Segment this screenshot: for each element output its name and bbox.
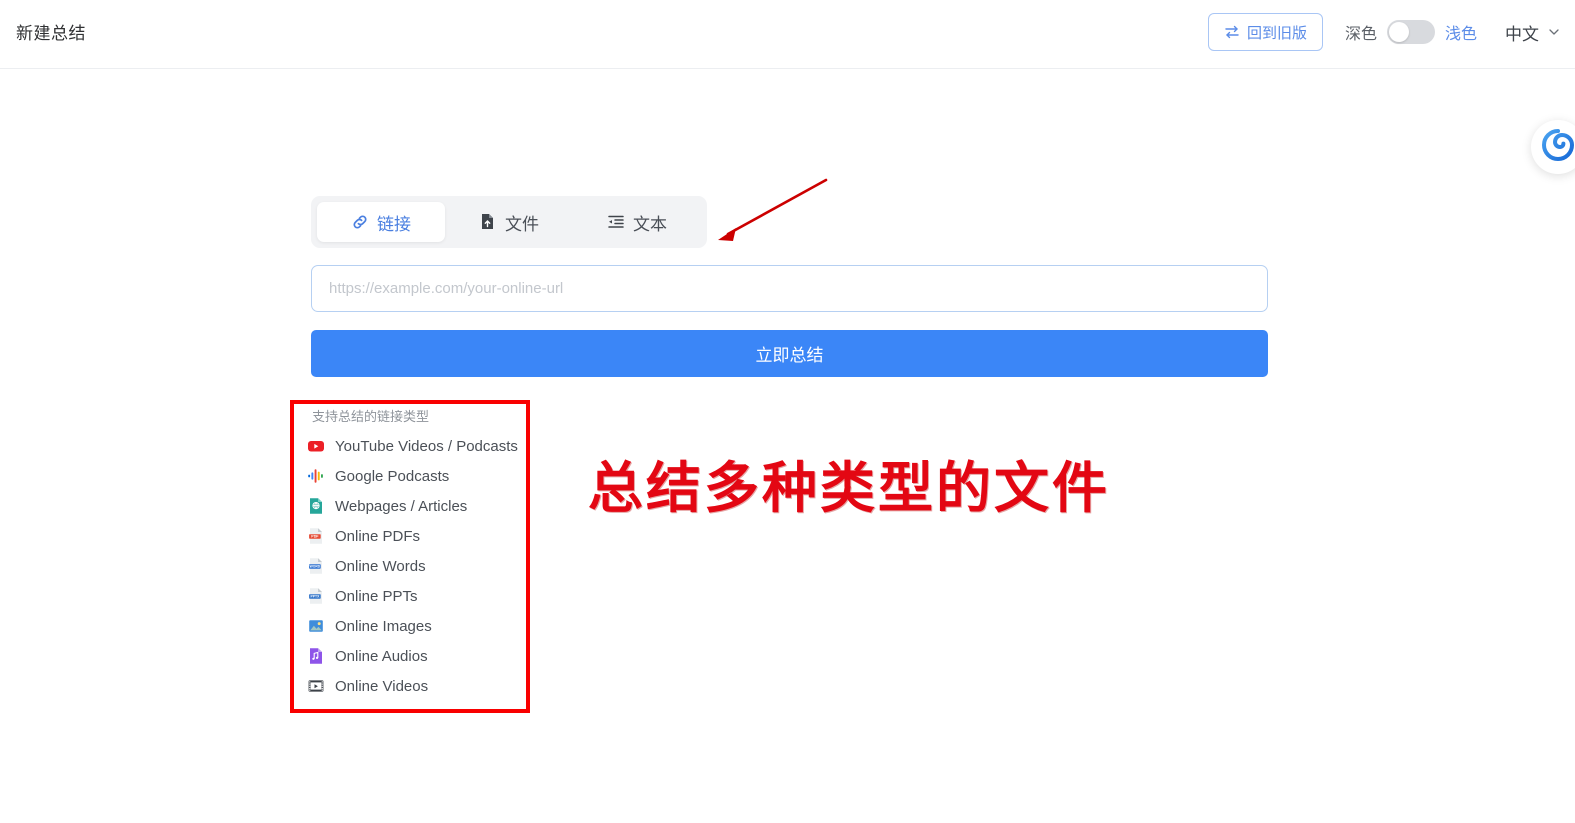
tab-link-label: 链接 (377, 214, 411, 234)
app-header: 新建总结 回到旧版 深色 浅色 中文 (0, 0, 1575, 69)
theme-switcher[interactable]: 深色 浅色 (1345, 20, 1477, 44)
list-item-label: Online PDFs (335, 527, 421, 545)
back-to-legacy-button[interactable]: 回到旧版 (1207, 13, 1323, 51)
language-selector[interactable]: 中文 (1505, 20, 1561, 45)
list-item-label: Online Words (335, 557, 426, 575)
video-file-icon (307, 677, 325, 695)
audio-file-icon (307, 647, 325, 665)
pptx-file-icon: PPTX (307, 587, 325, 605)
file-upload-icon (479, 213, 497, 231)
list-item: YouTube Videos / Podcasts (307, 431, 526, 461)
chevron-down-icon (1547, 25, 1561, 39)
list-item-label: Online Images (335, 617, 432, 635)
spiral-icon (1541, 128, 1575, 167)
image-file-icon (307, 617, 325, 635)
language-label: 中文 (1505, 24, 1539, 44)
tab-file[interactable]: 文件 (445, 202, 573, 242)
supported-types-list: YouTube Videos / Podcasts Google Podcast… (294, 431, 526, 701)
text-align-icon (607, 213, 625, 231)
list-item: Webpages / Articles (307, 491, 526, 521)
list-item-label: Google Podcasts (335, 467, 450, 485)
svg-text:PDF: PDF (311, 535, 319, 539)
back-to-legacy-label: 回到旧版 (1246, 24, 1307, 42)
tab-text[interactable]: 文本 (573, 202, 701, 242)
list-item: PPTX Online PPTs (307, 581, 526, 611)
summary-form: 链接 文件 文本 立即总结 (311, 196, 1268, 377)
list-item-label: Webpages / Articles (335, 497, 468, 515)
theme-toggle-knob (1388, 22, 1409, 42)
list-item-label: Online PPTs (335, 587, 418, 605)
swap-icon (1224, 24, 1240, 40)
youtube-icon (307, 437, 325, 455)
supported-types-title: 支持总结的链接类型 (312, 409, 430, 424)
webpage-icon (307, 497, 325, 515)
list-item: WORD Online Words (307, 551, 526, 581)
list-item: Online Images (307, 611, 526, 641)
svg-text:WORD: WORD (310, 565, 321, 569)
pdf-file-icon: PDF (307, 527, 325, 545)
link-icon (351, 213, 369, 231)
svg-text:PPTX: PPTX (310, 595, 320, 599)
theme-dark-label[interactable]: 深色 (1345, 20, 1377, 44)
tab-link[interactable]: 链接 (317, 202, 445, 242)
google-podcasts-icon (307, 467, 325, 485)
url-input[interactable] (311, 265, 1268, 312)
theme-light-label[interactable]: 浅色 (1445, 20, 1477, 44)
list-item: Online Videos (307, 671, 526, 701)
list-item-label: Online Videos (335, 677, 429, 695)
list-item-label: YouTube Videos / Podcasts (335, 437, 518, 455)
tab-text-label: 文本 (633, 214, 667, 234)
list-item-label: Online Audios (335, 647, 428, 665)
page-title: 新建总结 (16, 24, 86, 43)
list-item: Online Audios (307, 641, 526, 671)
list-item: Google Podcasts (307, 461, 526, 491)
theme-toggle[interactable] (1386, 20, 1435, 44)
summarize-button[interactable]: 立即总结 (311, 330, 1268, 377)
header-actions: 回到旧版 深色 浅色 中文 (1207, 13, 1561, 51)
list-item: PDF Online PDFs (307, 521, 526, 551)
supported-types-card: 支持总结的链接类型 YouTube Videos / Podcasts Goog… (294, 404, 526, 709)
annotation-callout-text: 总结多种类型的文件 (588, 458, 1111, 519)
word-file-icon: WORD (307, 557, 325, 575)
tab-file-label: 文件 (505, 214, 539, 234)
input-mode-tabs: 链接 文件 文本 (311, 196, 707, 248)
